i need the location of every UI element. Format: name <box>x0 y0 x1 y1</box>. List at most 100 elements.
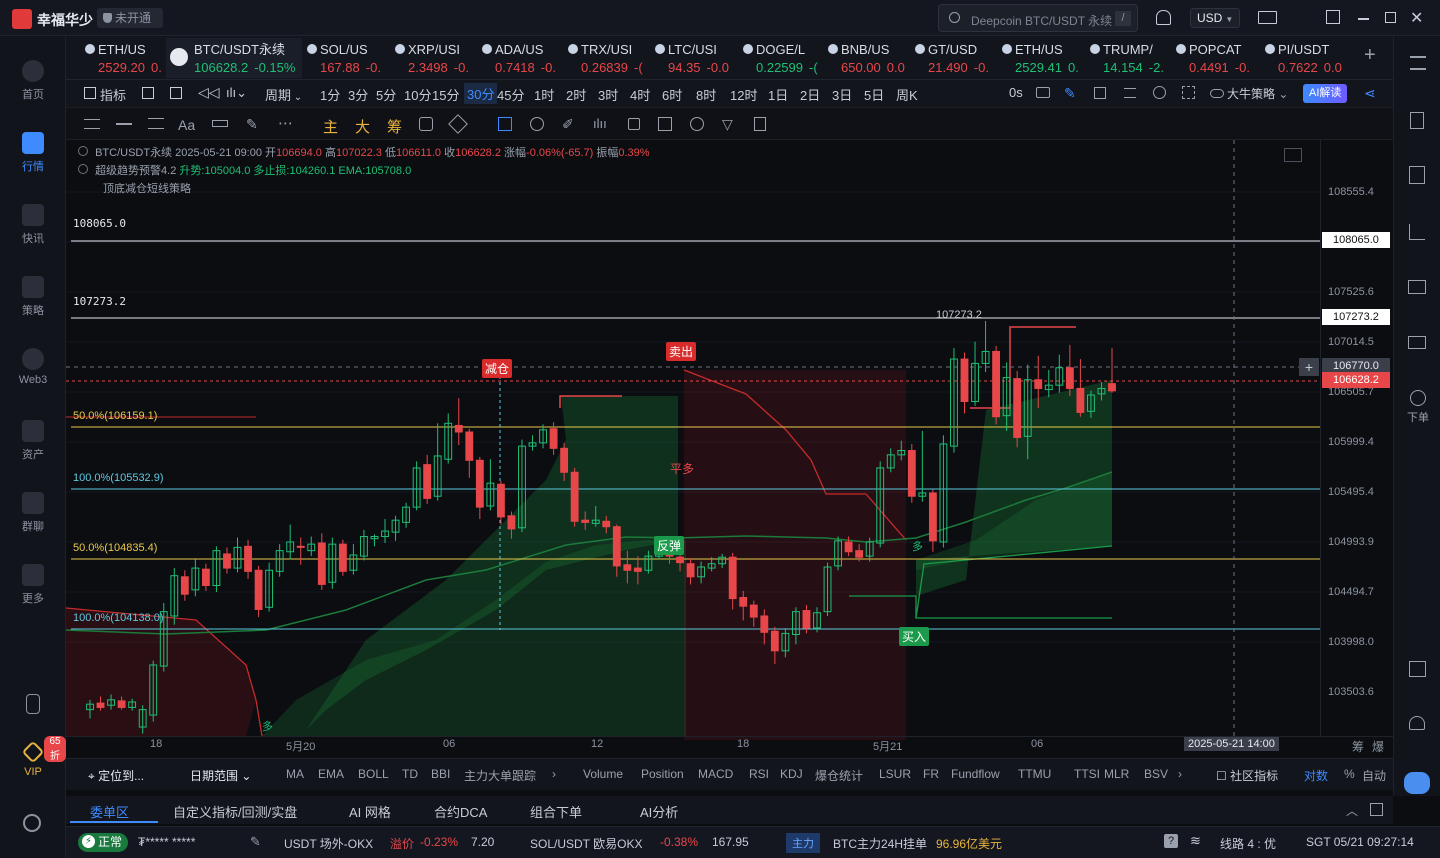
minimize-icon[interactable] <box>1358 18 1369 20</box>
nav-device[interactable] <box>0 694 66 718</box>
ticker-usdt-otc[interactable]: USDT 场外-OKX <box>284 835 373 852</box>
rewind-icon[interactable]: ◁◁ <box>198 84 220 101</box>
trend-icon[interactable] <box>1409 224 1425 240</box>
expand-chart-icon[interactable] <box>1284 148 1302 162</box>
interval-5[interactable]: 30分 <box>464 83 498 104</box>
filter-icon[interactable]: ▽ <box>722 116 733 133</box>
edit-icon[interactable]: ✎ <box>250 834 261 850</box>
big-order-button[interactable]: 大 <box>355 116 370 137</box>
indicator-position[interactable]: Position <box>641 767 684 781</box>
chevron-right-icon[interactable]: › <box>1178 767 1182 781</box>
interval-3[interactable]: 10分 <box>404 85 431 104</box>
interval-10[interactable]: 4时 <box>630 85 650 104</box>
indicator-fundflow[interactable]: Fundflow <box>951 767 1000 781</box>
indicator-ma[interactable]: MA <box>286 767 304 781</box>
assistant-icon[interactable] <box>1404 772 1430 794</box>
tab-combo-order[interactable]: 组合下单 <box>530 802 582 821</box>
indicator--[interactable]: 爆仓统计 <box>815 767 863 784</box>
camera-icon[interactable] <box>1036 87 1050 98</box>
indicator-ttmu[interactable]: TTMU <box>1018 767 1051 781</box>
close-icon[interactable]: ✕ <box>1410 8 1423 28</box>
lock-icon[interactable] <box>628 118 640 130</box>
community-indicator-button[interactable]: ☐ 社区指标 <box>1216 767 1278 784</box>
period-dropdown[interactable]: 周期 ⌄ <box>265 85 302 104</box>
ticker-sol[interactable]: SOL/USDT 欧易OKX <box>530 835 642 852</box>
tab-bnb-us[interactable]: BNB/US 650.00 0.0 <box>825 38 911 78</box>
search-input[interactable]: Deepcoin BTC/USDT 永续 / <box>938 4 1138 32</box>
ruler-icon[interactable] <box>212 120 228 127</box>
chip-toggle[interactable]: 筹 <box>1352 738 1364 755</box>
main-indicator-button[interactable]: 主 <box>323 116 338 137</box>
account-status-badge[interactable]: 未开通 <box>97 8 163 28</box>
interval-18[interactable]: 周K <box>896 85 918 104</box>
tab-trump-[interactable]: TRUMP/14.154 -2. <box>1087 38 1173 78</box>
interval-1[interactable]: 3分 <box>348 85 368 104</box>
tab-xrp-usi[interactable]: XRP/USI 2.3498 -0. <box>392 38 478 78</box>
interval-15[interactable]: 2日 <box>800 85 820 104</box>
card-icon[interactable] <box>1408 336 1426 349</box>
indicator-icon[interactable] <box>84 87 96 99</box>
settings-icon[interactable] <box>23 814 41 832</box>
nav-chat[interactable]: 群聊 <box>0 492 66 534</box>
interval-16[interactable]: 3日 <box>832 85 852 104</box>
link-icon[interactable] <box>527 114 547 134</box>
indicator-bsv[interactable]: BSV <box>1144 767 1168 781</box>
indicator-ema[interactable]: EMA <box>318 767 344 781</box>
indicator--[interactable]: 主力大单跟踪 <box>464 767 536 784</box>
maximize-icon[interactable] <box>1385 12 1396 23</box>
candle-type-icon[interactable]: ılı⌄ <box>226 85 247 101</box>
indicator-rsi[interactable]: RSI <box>749 767 769 781</box>
main-force-text[interactable]: BTC主力24H挂单 <box>833 835 927 852</box>
text-tool-icon[interactable]: Aa <box>178 117 195 133</box>
collapse-up-icon[interactable]: ︿ <box>1346 802 1358 819</box>
hline-icon[interactable] <box>116 123 132 125</box>
interval-7[interactable]: 1时 <box>534 85 554 104</box>
tab-dca[interactable]: 合约DCA <box>434 802 487 821</box>
nav-web3[interactable]: Web3 <box>0 348 66 386</box>
gear-icon[interactable] <box>1153 86 1166 99</box>
nav-home[interactable]: 首页 <box>0 60 66 102</box>
magnet-icon[interactable] <box>690 117 704 131</box>
tab-ltc-usi[interactable]: LTC/USI 94.35 -0.0 <box>652 38 738 78</box>
cursor-select-icon[interactable] <box>498 117 512 131</box>
calendar-icon[interactable] <box>142 87 154 99</box>
tab-sol-us[interactable]: SOL/US 167.88 -0. <box>304 38 390 78</box>
edit-icon[interactable]: ✐ <box>562 116 574 133</box>
network-line[interactable]: 线路 4 : 优 <box>1220 835 1276 852</box>
log-scale-toggle[interactable]: 对数 <box>1304 767 1328 784</box>
monitor-icon[interactable] <box>1408 280 1426 294</box>
share-icon[interactable]: ⋖ <box>1364 85 1376 102</box>
tab-orders[interactable]: 委单区 <box>90 802 129 821</box>
ohlc-icon[interactable]: ılıı <box>593 116 607 131</box>
interval-4[interactable]: 15分 <box>432 85 459 104</box>
connection-status[interactable]: ⚡ 正常 <box>78 833 129 852</box>
tab-gt-usd[interactable]: GT/USD 21.490 -0. <box>912 38 998 78</box>
mail-icon[interactable] <box>1258 11 1277 24</box>
interval-13[interactable]: 12时 <box>730 85 757 104</box>
layout-split-icon[interactable] <box>170 87 182 99</box>
collapse-icon[interactable] <box>78 146 88 156</box>
headset-icon[interactable] <box>1409 716 1425 730</box>
tab-custom-indicator[interactable]: 自定义指标/回测/实盘 <box>173 802 297 821</box>
tab-doge-l[interactable]: DOGE/L 0.22599 -( <box>740 38 824 78</box>
tab-eth-us[interactable]: ETH/US 2529.41 0. <box>999 38 1085 78</box>
interval-8[interactable]: 2时 <box>566 85 586 104</box>
interval-17[interactable]: 5日 <box>864 85 884 104</box>
interval-11[interactable]: 6时 <box>662 85 682 104</box>
chip-button[interactable]: 筹 <box>387 116 402 137</box>
tab-ai-grid[interactable]: AI 网格 <box>349 802 391 821</box>
indicator-ttsi[interactable]: TTSI <box>1074 767 1100 781</box>
popout-icon[interactable] <box>1326 10 1340 24</box>
bell-icon[interactable] <box>1156 10 1171 25</box>
currency-select[interactable]: USD ▼ <box>1190 8 1240 28</box>
tab-ai-analysis[interactable]: AI分析 <box>640 802 678 821</box>
collapse-icon[interactable] <box>78 164 88 174</box>
tab-ada-us[interactable]: ADA/US 0.7418 -0. <box>479 38 565 78</box>
auto-scale-toggle[interactable]: 自动 <box>1362 767 1386 784</box>
indicator-lsur[interactable]: LSUR <box>879 767 911 781</box>
strategy-dropdown[interactable]: 大牛策略 ⌄ <box>1210 85 1288 102</box>
layout-icon[interactable] <box>1409 661 1426 677</box>
nav-assets[interactable]: 资产 <box>0 420 66 462</box>
fullscreen-icon[interactable] <box>1182 86 1195 99</box>
help-icon[interactable]: ? <box>1164 834 1178 848</box>
